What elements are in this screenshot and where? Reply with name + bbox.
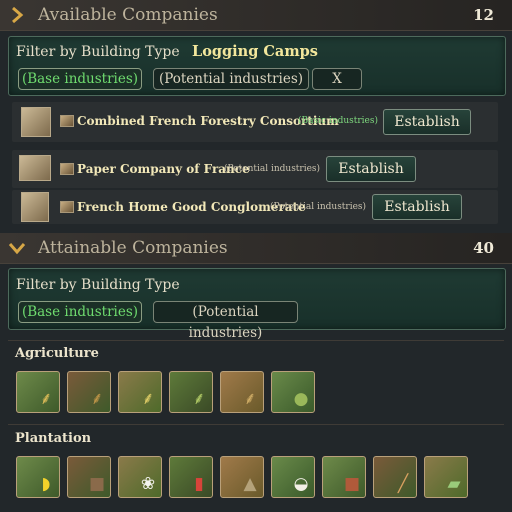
maize-farm-badge-icon: ⸙: [141, 388, 155, 409]
potential-industries-pill[interactable]: (Potential industries): [153, 301, 298, 341]
filter-label: Filter by Building Type: [16, 277, 180, 293]
millet-farm-icon[interactable]: ⸙: [220, 371, 264, 413]
coffee-plantation-badge-icon: ■: [88, 473, 106, 494]
company-row: Combined French Forestry Consortium (Bas…: [12, 102, 498, 142]
tea-plantation-badge-icon: ◒: [293, 473, 309, 494]
clear-filter-button[interactable]: X: [312, 68, 362, 90]
company-type-icon: [60, 163, 74, 175]
potential-industries-pill[interactable]: (Potential industries): [153, 68, 309, 90]
available-companies-title: Available Companies: [38, 5, 218, 25]
rice-farm-badge-icon: ⸙: [192, 388, 206, 409]
millet-farm-badge-icon: ⸙: [243, 388, 257, 409]
filter-label: Filter by Building Type: [16, 44, 180, 60]
tea-plantation-icon[interactable]: ◒: [271, 456, 315, 498]
sugar-plantation-badge-icon: ▰: [447, 473, 461, 494]
tobacco-plantation-icon[interactable]: ■: [322, 456, 366, 498]
rice-farm-icon[interactable]: ⸙: [169, 371, 213, 413]
attainable-filter-panel: Filter by Building Type (Base industries…: [8, 268, 506, 341]
vineyard-icon[interactable]: ●: [271, 371, 315, 413]
banana-plantation-badge-icon: ◗: [41, 473, 51, 494]
banana-plantation-icon[interactable]: ◗: [16, 456, 60, 498]
dye-plantation-badge-icon: ▮: [194, 473, 204, 494]
divider: [8, 340, 504, 341]
company-tag: (Potential industries): [224, 164, 321, 174]
available-filter-panel: Filter by Building Type Logging Camps (B…: [8, 36, 506, 96]
wheat-farm-icon[interactable]: ⸙: [16, 371, 60, 413]
base-industries-pill[interactable]: (Base industries): [18, 68, 142, 90]
attainable-companies-header[interactable]: Attainable Companies 40: [0, 233, 512, 264]
opium-plantation-icon[interactable]: ▲: [220, 456, 264, 498]
dye-plantation-icon[interactable]: ▮: [169, 456, 213, 498]
category-title-agriculture: Agriculture: [15, 346, 99, 361]
rye-farm-badge-icon: ⸙: [90, 388, 104, 409]
company-tag: (Potential industries): [270, 202, 367, 212]
chevron-right-icon: [12, 6, 24, 24]
establish-button[interactable]: Establish: [326, 156, 416, 182]
available-companies-header[interactable]: Available Companies 12: [0, 0, 512, 31]
filter-value: Logging Camps: [192, 43, 318, 60]
maize-farm-icon[interactable]: ⸙: [118, 371, 162, 413]
divider: [8, 424, 504, 425]
vineyard-badge-icon: ●: [293, 388, 309, 409]
tobacco-plantation-badge-icon: ■: [343, 473, 361, 494]
base-industries-pill[interactable]: (Base industries): [18, 301, 142, 323]
establish-button[interactable]: Establish: [372, 194, 462, 220]
silk-plantation-icon[interactable]: ╱: [373, 456, 417, 498]
sugar-plantation-icon[interactable]: ▰: [424, 456, 468, 498]
company-type-icon: [60, 115, 74, 127]
company-tag: (Basic industries): [298, 116, 378, 126]
establish-button[interactable]: Establish: [383, 109, 471, 135]
company-row: French Home Good Conglomerate (Potential…: [12, 190, 498, 224]
cotton-plantation-icon[interactable]: ❀: [118, 456, 162, 498]
rye-farm-icon[interactable]: ⸙: [67, 371, 111, 413]
chevron-down-icon: [8, 243, 26, 255]
company-row: Paper Company of France (Potential indus…: [12, 150, 498, 188]
company-type-icon: [60, 201, 74, 213]
opium-plantation-badge-icon: ▲: [243, 473, 257, 494]
company-portrait-icon: [21, 107, 51, 137]
available-companies-count: 12: [473, 6, 494, 24]
category-title-plantation: Plantation: [15, 431, 92, 446]
attainable-companies-title: Attainable Companies: [38, 238, 228, 258]
wheat-farm-badge-icon: ⸙: [39, 388, 53, 409]
company-portrait-icon: [19, 155, 51, 181]
company-portrait-icon: [21, 192, 49, 222]
silk-plantation-badge-icon: ╱: [397, 473, 409, 494]
coffee-plantation-icon[interactable]: ■: [67, 456, 111, 498]
attainable-companies-count: 40: [473, 239, 494, 257]
cotton-plantation-badge-icon: ❀: [140, 473, 156, 494]
